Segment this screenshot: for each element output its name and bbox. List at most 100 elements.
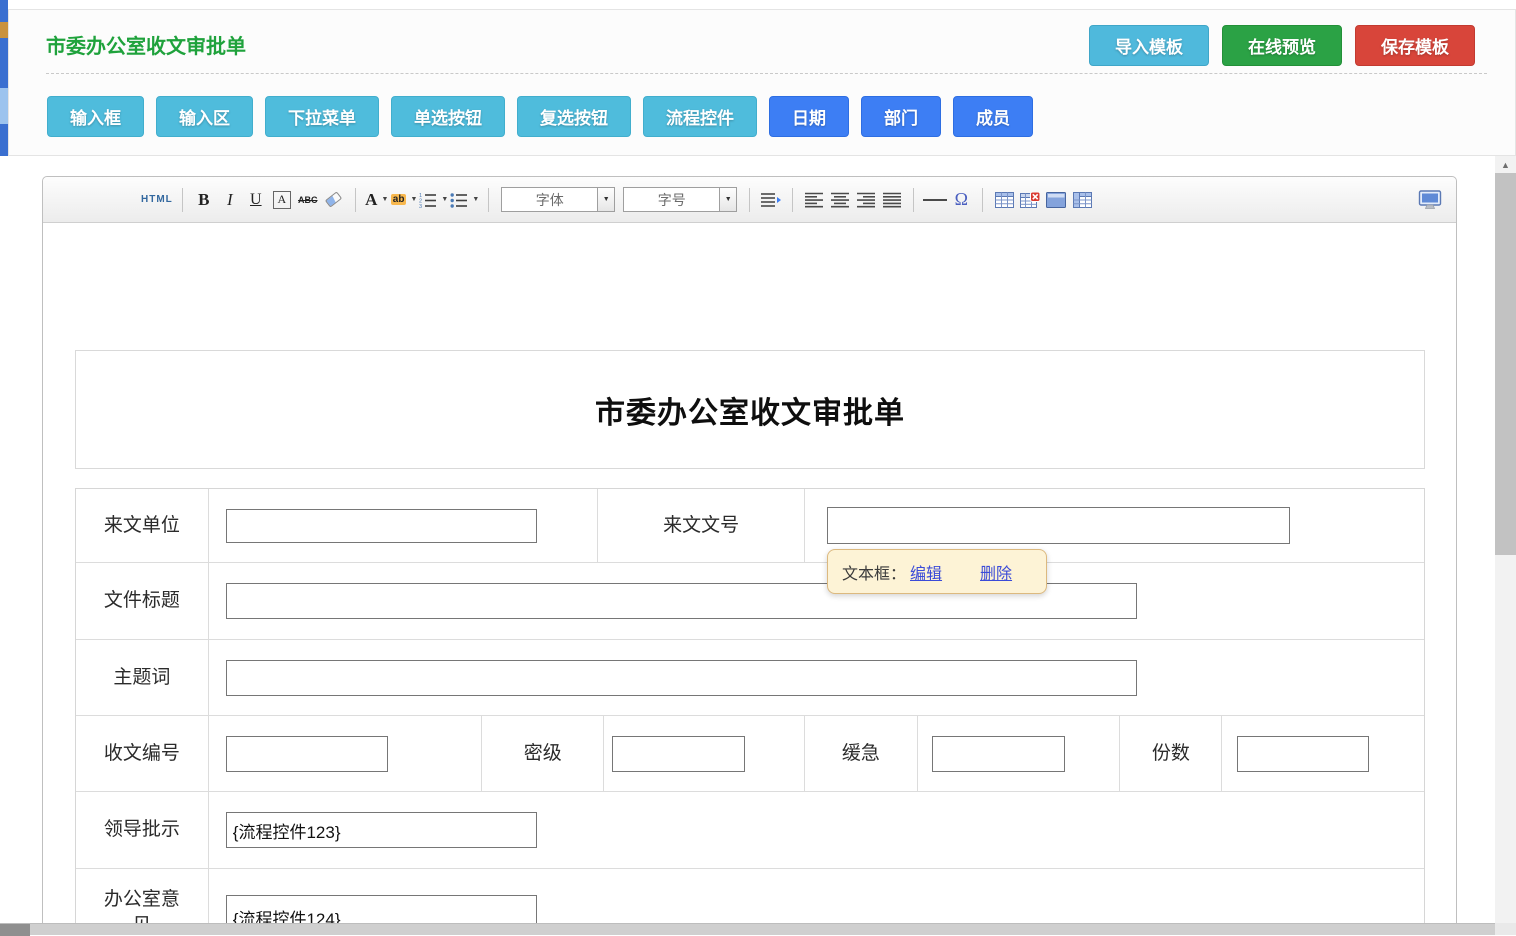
- scrollbar-corner: [1495, 923, 1516, 935]
- urgency-cell: [918, 716, 1121, 791]
- special-char-button[interactable]: Ω: [949, 186, 973, 214]
- strikethrough-button[interactable]: ABC: [296, 186, 320, 214]
- field-edit-tooltip: 文本框： 编辑 删除: [827, 549, 1047, 594]
- svg-text:3: 3: [419, 204, 422, 208]
- vertical-scrollbar[interactable]: ▲ ▼: [1495, 156, 1516, 935]
- align-right-icon: [856, 192, 876, 208]
- component-dropdown-button[interactable]: 下拉菜单: [265, 96, 379, 137]
- align-justify-button[interactable]: [880, 186, 904, 214]
- dropdown-caret-icon: ▼: [441, 196, 448, 203]
- urgency-label-cell: 缓急: [805, 716, 918, 791]
- delete-table-button[interactable]: [1018, 186, 1042, 214]
- component-input-box-button[interactable]: 输入框: [47, 96, 144, 137]
- component-department-button[interactable]: 部门: [861, 96, 941, 137]
- edit-field-link[interactable]: 编辑: [910, 560, 942, 584]
- insert-table-icon: [995, 192, 1014, 208]
- receipt-number-input[interactable]: [226, 736, 388, 772]
- delete-table-icon: [1020, 192, 1040, 208]
- doc-number-label-cell: 来文文号: [598, 489, 805, 562]
- align-right-button[interactable]: [854, 186, 878, 214]
- urgency-input[interactable]: [932, 736, 1065, 772]
- dropdown-caret-icon: ▼: [410, 196, 417, 203]
- row-properties-button[interactable]: [1070, 186, 1094, 214]
- rich-text-editor: HTML B I U A ABC A ▼ ab ▼ 1 2 3 ▼: [42, 176, 1457, 935]
- doc-number-label: 来文文号: [663, 513, 739, 539]
- copies-label: 份数: [1152, 741, 1190, 767]
- highlight-color-button[interactable]: ab ▼: [391, 186, 418, 214]
- header-panel: 市委办公室收文审批单 导入模板 在线预览 保存模板 输入框 输入区 下拉菜单 单…: [8, 9, 1516, 156]
- html-source-button[interactable]: HTML: [141, 186, 173, 214]
- source-unit-input[interactable]: [226, 509, 537, 543]
- delete-field-link[interactable]: 删除: [980, 560, 1012, 584]
- fullscreen-button[interactable]: [1418, 186, 1442, 214]
- source-unit-cell: [209, 489, 598, 562]
- underline-button[interactable]: U: [244, 186, 268, 214]
- component-flow-control-button[interactable]: 流程控件: [643, 96, 757, 137]
- monitor-icon: [1418, 190, 1442, 209]
- row-properties-icon: [1073, 192, 1092, 208]
- font-size-select[interactable]: 字号 ▼: [623, 187, 737, 212]
- page-title: 市委办公室收文审批单: [46, 30, 246, 59]
- security-level-input[interactable]: [612, 736, 745, 772]
- highlight-ab-glyph: ab: [391, 194, 407, 205]
- form-title-box: 市委办公室收文审批单: [75, 350, 1425, 469]
- horizontal-scrollbar[interactable]: [0, 923, 1495, 935]
- table-properties-icon: [1046, 192, 1066, 208]
- component-checkbox-button[interactable]: 复选按钮: [517, 96, 631, 137]
- keywords-label-cell: 主题词: [76, 640, 209, 715]
- table-row: 来文单位 来文文号: [76, 489, 1424, 563]
- leader-comments-input[interactable]: [226, 812, 537, 848]
- copies-cell: [1222, 716, 1424, 791]
- online-preview-button[interactable]: 在线预览: [1222, 25, 1342, 66]
- source-unit-label: 来文单位: [104, 513, 180, 539]
- eraser-icon: [325, 191, 342, 207]
- component-member-button[interactable]: 成员: [953, 96, 1033, 137]
- editor-toolbar: HTML B I U A ABC A ▼ ab ▼ 1 2 3 ▼: [43, 177, 1456, 223]
- keywords-input[interactable]: [226, 660, 1137, 696]
- horizontal-rule-button[interactable]: [923, 186, 947, 214]
- ordered-list-button[interactable]: 1 2 3 ▼: [419, 186, 448, 214]
- italic-button[interactable]: I: [218, 186, 242, 214]
- copies-input[interactable]: [1237, 736, 1369, 772]
- save-template-button[interactable]: 保存模板: [1355, 25, 1475, 66]
- leader-comments-cell: [209, 792, 1424, 868]
- import-template-button[interactable]: 导入模板: [1089, 25, 1209, 66]
- align-center-icon: [830, 192, 850, 208]
- font-color-button[interactable]: A ▼: [365, 186, 389, 214]
- unordered-list-button[interactable]: ▼: [450, 186, 479, 214]
- doc-number-input[interactable]: [827, 507, 1290, 544]
- receipt-number-cell: [209, 716, 483, 791]
- font-family-value: 字体: [502, 188, 597, 211]
- align-left-button[interactable]: [802, 186, 826, 214]
- align-justify-icon: [882, 192, 902, 208]
- form-table: 来文单位 来文文号 文件标题 主题词: [75, 488, 1425, 935]
- toolbar-separator: [488, 188, 489, 212]
- leader-comments-label-cell: 领导批示: [76, 792, 209, 868]
- remove-format-button[interactable]: [322, 186, 346, 214]
- table-row: 文件标题: [76, 563, 1424, 640]
- table-row: 领导批示: [76, 792, 1424, 869]
- horizontal-rule-icon: [923, 199, 947, 201]
- component-textarea-button[interactable]: 输入区: [156, 96, 253, 137]
- align-center-button[interactable]: [828, 186, 852, 214]
- receipt-number-label: 收文编号: [104, 741, 180, 767]
- insert-table-button[interactable]: [992, 186, 1016, 214]
- toolbar-separator: [182, 188, 183, 212]
- component-date-button[interactable]: 日期: [769, 96, 849, 137]
- indent-icon: [760, 192, 782, 208]
- bold-button[interactable]: B: [192, 186, 216, 214]
- scroll-up-button[interactable]: ▲: [1495, 156, 1516, 173]
- component-radio-button[interactable]: 单选按钮: [391, 96, 505, 137]
- char-style-button[interactable]: A: [273, 191, 291, 209]
- toolbar-separator: [792, 188, 793, 212]
- doc-title-label-cell: 文件标题: [76, 563, 209, 639]
- indent-button[interactable]: [759, 186, 783, 214]
- security-level-label: 密级: [524, 741, 562, 767]
- dropdown-caret-icon: ▼: [719, 188, 736, 211]
- table-properties-button[interactable]: [1044, 186, 1068, 214]
- dropdown-caret-icon: ▼: [381, 196, 388, 203]
- font-family-select[interactable]: 字体 ▼: [501, 187, 615, 212]
- security-level-label-cell: 密级: [482, 716, 604, 791]
- scrollbar-thumb[interactable]: [1495, 173, 1516, 555]
- editor-canvas[interactable]: 市委办公室收文审批单 来文单位 来文文号 文件标题: [43, 223, 1456, 935]
